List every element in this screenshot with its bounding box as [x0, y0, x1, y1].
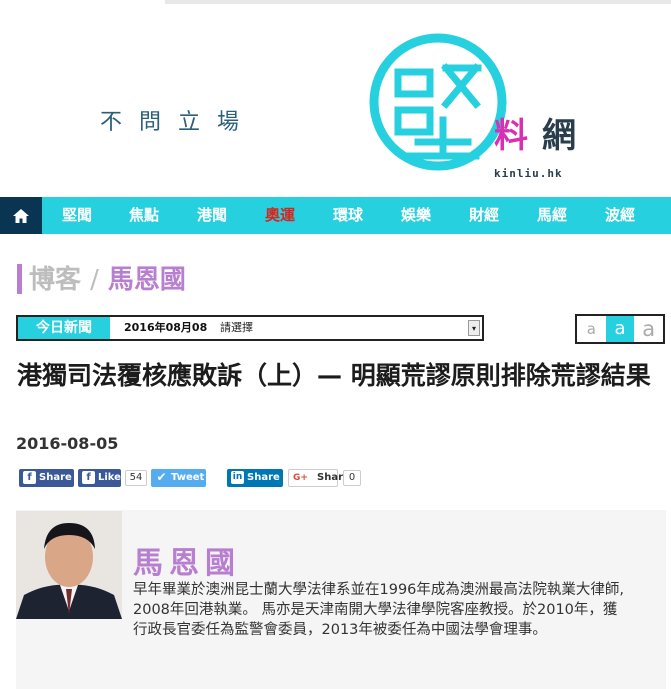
tweet-button[interactable]: ✔ Tweet — [151, 469, 206, 487]
nav-item-jianwen[interactable]: 堅聞 — [47, 197, 107, 234]
facebook-icon: f — [23, 471, 36, 484]
google-plus-icon: G+ — [293, 473, 308, 483]
facebook-share-label: Share — [39, 472, 72, 483]
linkedin-icon: in — [231, 471, 244, 484]
tweet-label: Tweet — [171, 472, 205, 483]
google-share-count: 0 — [343, 470, 361, 486]
like-count: 54 — [125, 470, 147, 486]
nav-item-world[interactable]: 環球 — [318, 197, 378, 234]
logo-char-1: 料 — [494, 116, 528, 156]
article-title: 港獨司法覆核應敗訴（上）— 明顯荒謬原則排除荒謬結果 — [17, 361, 651, 390]
section-accent-bar — [17, 264, 22, 294]
site-logo[interactable]: 料 網 — [368, 24, 608, 184]
facebook-like-label: Like — [98, 472, 121, 483]
nav-item-olympics[interactable]: 奧運 — [250, 197, 310, 234]
nav-item-football[interactable]: 波經 — [590, 197, 650, 234]
font-size-small-button[interactable]: a — [577, 316, 606, 342]
google-plus-share-button[interactable]: G+ Share — [288, 469, 350, 487]
author-portrait — [16, 511, 122, 619]
font-size-medium-button[interactable]: a — [605, 316, 635, 342]
nav-item-hk-news[interactable]: 港聞 — [182, 197, 242, 234]
twitter-icon: ✔ — [156, 470, 167, 484]
nav-item-entertainment[interactable]: 娛樂 — [386, 197, 446, 234]
author-name: 馬恩國 — [133, 546, 241, 581]
nav-item-finance[interactable]: 財經 — [454, 197, 514, 234]
logo-domain: kinliu.hk — [494, 167, 563, 180]
article-date: 2016-08-05 — [16, 434, 119, 453]
today-news-label: 今日新聞 — [18, 317, 110, 339]
font-size-large-button[interactable]: a — [634, 316, 663, 342]
facebook-share-button[interactable]: f Share — [19, 469, 74, 487]
breadcrumb-author[interactable]: 馬恩國 — [108, 265, 186, 295]
main-nav: 堅聞 焦點 港聞 奧運 環球 娛樂 財經 馬經 波經 — [0, 197, 671, 234]
font-size-switcher: a a a — [575, 314, 665, 344]
breadcrumb-category[interactable]: 博客 — [29, 265, 81, 295]
author-photo — [16, 511, 122, 619]
nav-item-focus[interactable]: 焦點 — [114, 197, 174, 234]
linkedin-share-button[interactable]: in Share — [227, 469, 283, 487]
nav-item-horse-racing[interactable]: 馬經 — [522, 197, 582, 234]
author-bio: 早年畢業於澳洲昆士蘭大學法律系並在1996年成為澳洲最高法院執業大律師, 200… — [133, 582, 625, 638]
site-slogan: 不問立場 — [100, 110, 257, 135]
breadcrumb-separator: / — [90, 265, 99, 295]
nav-home-button[interactable] — [0, 197, 42, 234]
facebook-like-button[interactable]: f Like — [78, 469, 121, 487]
logo-char-2: 網 — [542, 116, 576, 156]
today-date: 2016年08月08 — [124, 321, 208, 334]
article-select[interactable]: 請選擇 — [220, 317, 253, 339]
today-news-bar: 今日新聞 2016年08月08 請選擇 ▾ — [16, 315, 484, 341]
logo-mark — [369, 33, 507, 171]
home-icon — [13, 208, 29, 223]
select-dropdown-icon[interactable]: ▾ — [468, 320, 480, 336]
top-strip — [165, 0, 671, 4]
linkedin-share-label: Share — [247, 472, 280, 483]
facebook-icon: f — [82, 471, 95, 484]
breadcrumb: 博客 / 馬恩國 — [29, 264, 186, 296]
